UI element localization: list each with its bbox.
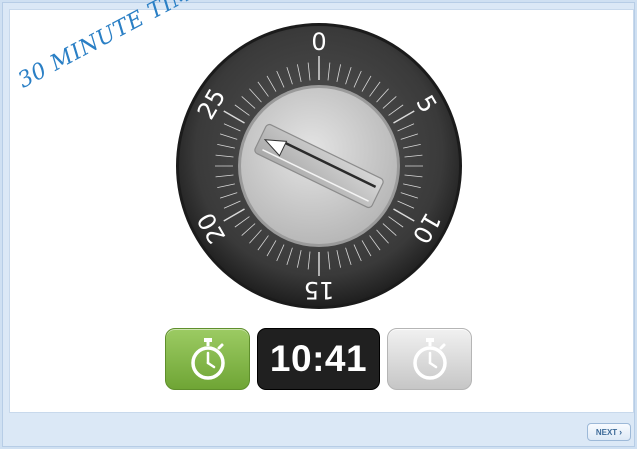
chevron-right-icon: › <box>619 427 623 437</box>
time-display: 10:41 <box>257 328 380 390</box>
next-button[interactable]: NEXT › <box>587 423 631 441</box>
start-button[interactable] <box>165 328 250 390</box>
dial-label-0: 0 <box>311 28 326 56</box>
dial-label-15: 15 <box>304 276 335 304</box>
timer-controls: 10:41 <box>165 328 472 390</box>
timer-dial[interactable]: 0510152025 <box>175 22 463 310</box>
stopwatch-icon <box>191 338 225 380</box>
stopwatch-icon <box>413 338 447 380</box>
next-label: NEXT <box>595 428 618 437</box>
stop-button[interactable] <box>387 328 472 390</box>
